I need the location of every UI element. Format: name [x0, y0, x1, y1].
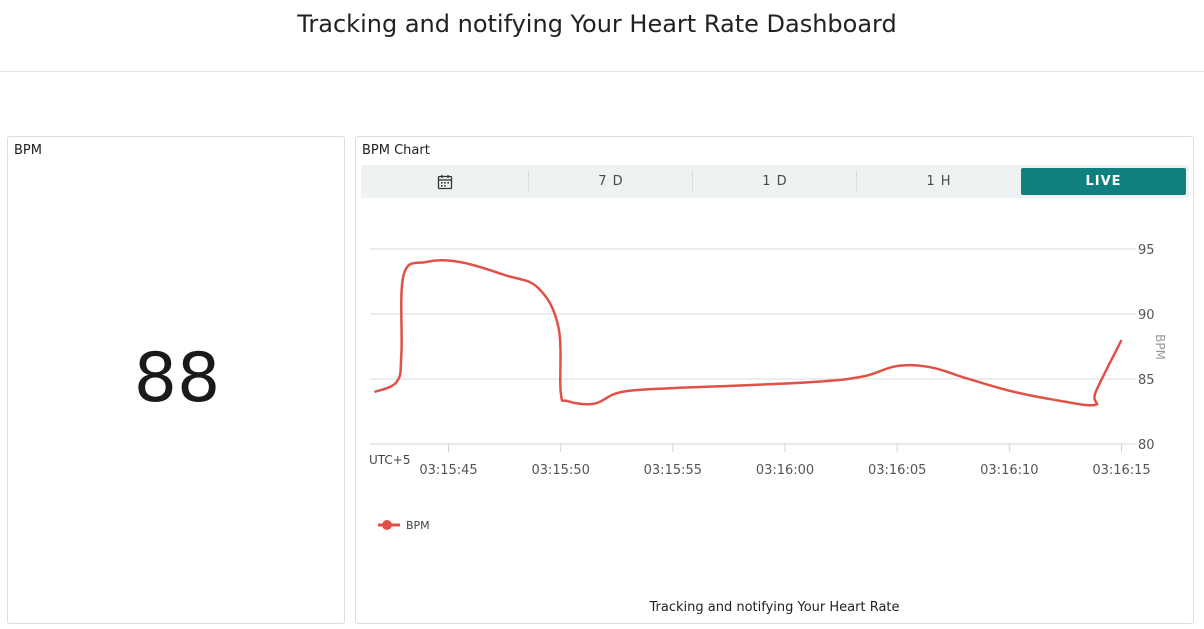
x-tick-label: 03:16:00 — [756, 463, 814, 478]
dashboard-title: Tracking and notifying Your Heart Rate D… — [297, 10, 897, 38]
chart-widget-title: BPM Chart — [362, 143, 430, 158]
dashboard-header: Tracking and notifying Your Heart Rate D… — [0, 0, 1204, 72]
timezone-label: UTC+5 — [369, 453, 410, 467]
chart-footer-caption: Tracking and notifying Your Heart Rate — [649, 600, 900, 615]
x-tick-label: 03:16:10 — [980, 463, 1038, 478]
bpm-line-chart: 80 85 90 95 03:15:45 03:15:50 03:15:55 03:16:0… — [369, 243, 1167, 532]
y-tick-label: 95 — [1138, 243, 1155, 258]
range-live-button[interactable]: LIVE — [1021, 168, 1186, 195]
y-tick-label: 90 — [1138, 308, 1155, 323]
bpm-chart-widget: BPM Chart 7 D 1 D 1 H LIVE 80 85 90 95 03:1… — [355, 136, 1194, 624]
range-1h-button[interactable]: 1 H — [857, 165, 1021, 198]
x-tick-label: 03:16:15 — [1092, 463, 1150, 478]
chart-legend[interactable]: BPM — [378, 519, 430, 532]
time-range-selector: 7 D 1 D 1 H LIVE — [361, 165, 1189, 198]
range-7d-button[interactable]: 7 D — [529, 165, 693, 198]
bpm-value-widget: BPM 88 — [7, 136, 345, 624]
x-tick-label: 03:16:05 — [868, 463, 926, 478]
range-1d-button[interactable]: 1 D — [693, 165, 857, 198]
calendar-icon — [437, 174, 453, 189]
x-tick-label: 03:15:50 — [531, 463, 589, 478]
calendar-range-button[interactable] — [361, 165, 529, 198]
bpm-current-value: 88 — [133, 339, 221, 418]
y-tick-label: 85 — [1138, 373, 1155, 388]
bpm-widget-title: BPM — [14, 143, 42, 158]
y-tick-label: 80 — [1138, 438, 1155, 453]
x-tick-label: 03:15:55 — [644, 463, 702, 478]
legend-point-marker — [382, 520, 392, 530]
legend-label: BPM — [406, 519, 430, 532]
y-axis-label: BPM — [1153, 334, 1167, 360]
x-tick-label: 03:15:45 — [419, 463, 477, 478]
bpm-series-line[interactable] — [373, 259, 1123, 407]
